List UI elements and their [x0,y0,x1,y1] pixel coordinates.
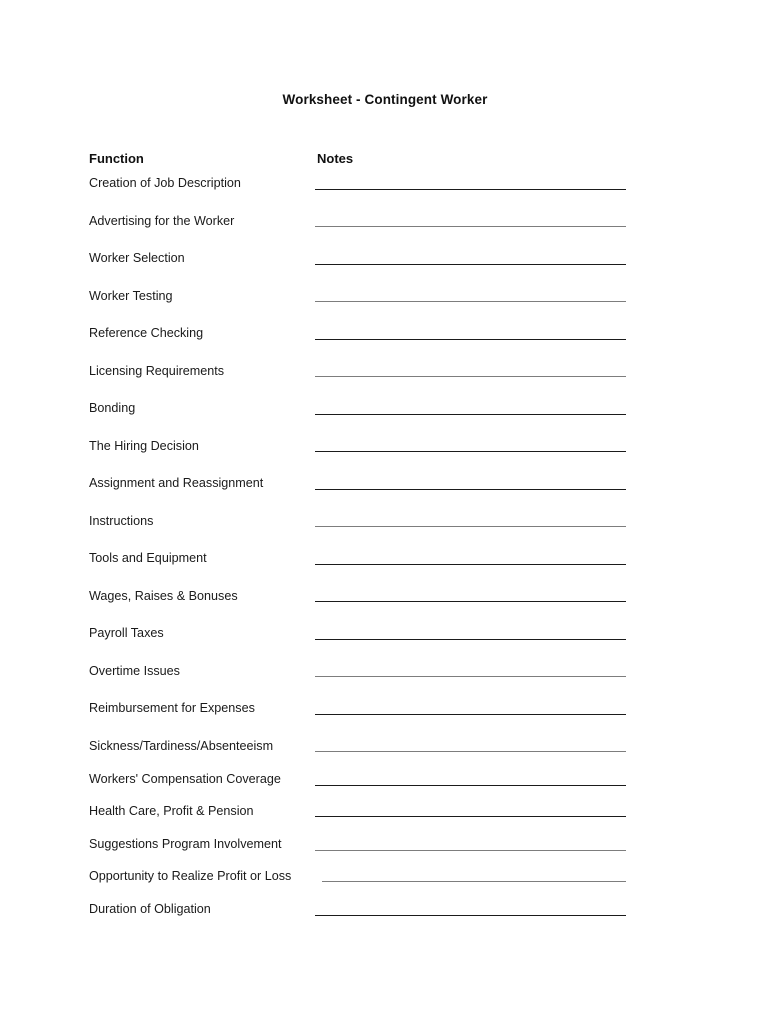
row-function-label: The Hiring Decision [89,439,199,453]
worksheet-row: Sickness/Tardiness/Absenteeism [0,739,770,761]
row-function-label: Worker Selection [89,251,185,265]
row-notes-write-in-line[interactable] [315,915,626,916]
row-notes-write-in-line[interactable] [315,816,626,817]
row-function-label: Tools and Equipment [89,551,207,565]
row-notes-write-in-line[interactable] [315,376,626,377]
row-notes-write-in-line[interactable] [315,676,626,677]
row-notes-write-in-line[interactable] [315,850,626,851]
row-function-label: Health Care, Profit & Pension [89,804,254,818]
row-function-label: Workers' Compensation Coverage [89,772,281,786]
row-notes-write-in-line[interactable] [315,414,626,415]
worksheet-row: Health Care, Profit & Pension [0,804,770,826]
row-function-label: Suggestions Program Involvement [89,837,282,851]
row-notes-write-in-line[interactable] [315,601,626,602]
worksheet-row: Bonding [0,401,770,423]
worksheet-row: Wages, Raises & Bonuses [0,589,770,611]
worksheet-row: Licensing Requirements [0,364,770,386]
row-function-label: Reference Checking [89,326,204,340]
worksheet-row: Workers' Compensation Coverage [0,772,770,794]
row-function-label: Reimbursement for Expenses [89,701,255,715]
worksheet-row: Instructions [0,514,770,536]
row-function-label: Creation of Job Description [89,176,241,190]
row-function-label: Wages, Raises & Bonuses [89,589,238,603]
row-function-label: Bonding [89,401,136,415]
worksheet-row: Advertising for the Worker [0,214,770,236]
worksheet-row: Creation of Job Description [0,176,770,198]
row-function-label: Overtime Issues [89,664,180,678]
row-notes-write-in-line[interactable] [315,564,626,565]
row-notes-write-in-line[interactable] [315,639,626,640]
row-function-label: Advertising for the Worker [89,214,235,228]
row-function-label: Instructions [89,514,154,528]
row-notes-write-in-line[interactable] [322,881,626,882]
worksheet-row: Overtime Issues [0,664,770,686]
row-notes-write-in-line[interactable] [315,301,626,302]
row-function-label: Payroll Taxes [89,626,164,640]
worksheet-row: Assignment and Reassignment [0,476,770,498]
worksheet-row: Worker Selection [0,251,770,273]
worksheet-row: Suggestions Program Involvement [0,837,770,859]
row-notes-write-in-line[interactable] [315,526,626,527]
row-notes-write-in-line[interactable] [315,785,626,786]
row-function-label: Worker Testing [89,289,173,303]
row-notes-write-in-line[interactable] [315,339,626,340]
worksheet-row: Duration of Obligation [0,902,770,924]
worksheet-row: The Hiring Decision [0,439,770,461]
row-notes-write-in-line[interactable] [315,751,626,752]
worksheet-row: Reimbursement for Expenses [0,701,770,723]
worksheet-row: Reference Checking [0,326,770,348]
worksheet-rows: Creation of Job Description Advertising f… [0,0,770,1024]
worksheet-row: Tools and Equipment [0,551,770,573]
worksheet-row: Worker Testing [0,289,770,311]
row-function-label: Licensing Requirements [89,364,225,378]
row-notes-write-in-line[interactable] [315,189,626,190]
worksheet-page: Worksheet - Contingent Worker Function N… [0,0,770,1024]
worksheet-row: Opportunity to Realize Profit or Loss [0,869,770,891]
row-function-label: Duration of Obligation [89,902,211,916]
row-function-label: Assignment and Reassignment [89,476,264,490]
row-notes-write-in-line[interactable] [315,226,626,227]
row-function-label: Sickness/Tardiness/Absenteeism [89,739,274,753]
row-notes-write-in-line[interactable] [315,714,626,715]
row-notes-write-in-line[interactable] [315,264,626,265]
row-function-label: Opportunity to Realize Profit or Loss [89,869,292,883]
row-notes-write-in-line[interactable] [315,489,626,490]
worksheet-row: Payroll Taxes [0,626,770,648]
row-notes-write-in-line[interactable] [315,451,626,452]
